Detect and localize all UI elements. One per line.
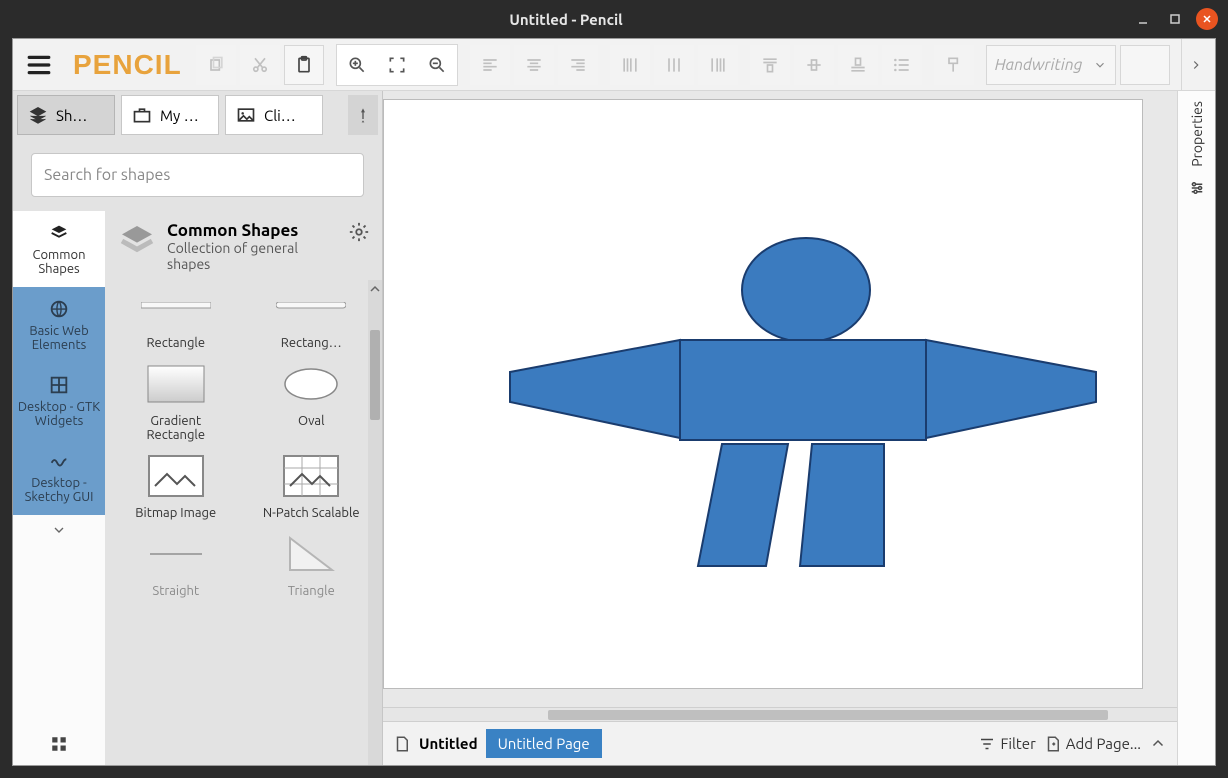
shape-right-arm[interactable] (926, 340, 1096, 438)
minimize-button[interactable] (1132, 8, 1154, 30)
canvas-viewport[interactable] (383, 91, 1177, 707)
image-icon (236, 105, 256, 125)
toolbar-overflow-button[interactable] (1181, 39, 1209, 91)
distribute-right-button[interactable] (698, 45, 738, 85)
canvas-page[interactable] (383, 99, 1143, 689)
copy-button[interactable] (196, 45, 236, 85)
gear-icon (348, 221, 370, 243)
cut-button[interactable] (240, 45, 280, 85)
close-button[interactable] (1196, 8, 1218, 30)
window-icon (48, 374, 70, 396)
shape-oval[interactable]: Oval (249, 358, 375, 442)
properties-tab[interactable]: Properties (1189, 101, 1205, 167)
category-gtk-label: Desktop - GTK Widgets (17, 400, 101, 428)
layers-icon (28, 105, 48, 125)
horizontal-scrollbar[interactable] (383, 707, 1177, 721)
chevron-up-icon (1149, 735, 1167, 753)
collection-subtitle: Collection of general shapes (167, 240, 338, 272)
distribute-left-button[interactable] (610, 45, 650, 85)
collection-title: Common Shapes (167, 221, 338, 240)
layers-icon (117, 221, 157, 261)
document-name: Untitled (419, 735, 478, 752)
briefcase-icon (132, 105, 152, 125)
page-nav-button[interactable] (1149, 735, 1167, 753)
tab-my-label: My … (160, 107, 199, 124)
filter-icon (978, 735, 996, 753)
distribute-center-button[interactable] (654, 45, 694, 85)
align-top-button[interactable] (750, 45, 790, 85)
maximize-button[interactable] (1164, 8, 1186, 30)
zoom-in-button[interactable] (337, 45, 377, 85)
align-middle-button[interactable] (794, 45, 834, 85)
category-sketchy-label: Desktop - Sketchy GUI (17, 476, 101, 504)
window-title: Untitled - Pencil (509, 11, 622, 28)
app-logo: PENCIL (73, 49, 182, 81)
align-right-button[interactable] (558, 45, 598, 85)
paste-button[interactable] (284, 45, 324, 85)
category-common-shapes[interactable]: Common Shapes (13, 211, 105, 287)
format-painter-button[interactable] (934, 45, 974, 85)
category-sketchy[interactable]: Desktop - Sketchy GUI (13, 439, 105, 515)
menu-button[interactable] (19, 45, 59, 85)
list-button[interactable] (882, 45, 922, 85)
search-input[interactable] (31, 153, 364, 197)
category-basic-web[interactable]: Basic Web Elements (13, 287, 105, 363)
toolbar: PENCIL Handwriting (13, 39, 1215, 91)
font-size-input[interactable] (1120, 45, 1170, 85)
tab-clipart-label: Cli… (264, 107, 296, 124)
add-page-button[interactable]: Add Page... (1044, 735, 1141, 753)
tab-shapes[interactable]: Sh… (17, 95, 115, 135)
page-tab[interactable]: Untitled Page (486, 729, 602, 758)
globe-icon (48, 298, 70, 320)
font-name: Handwriting (995, 56, 1093, 74)
shape-gradient-rectangle[interactable]: Gradient Rectangle (113, 358, 239, 442)
font-selector[interactable]: Handwriting (986, 45, 1116, 85)
category-grid-button[interactable] (13, 723, 105, 765)
tab-shapes-label: Sh… (56, 107, 87, 124)
category-list: Common Shapes Basic Web Elements Desktop… (13, 211, 105, 765)
category-expand-button[interactable] (13, 515, 105, 545)
canvas-drawing (384, 100, 1144, 690)
shape-rectangle-rounded[interactable]: Rectang… (249, 280, 375, 350)
titlebar: Untitled - Pencil (0, 0, 1228, 38)
tab-clipart[interactable]: Cli… (225, 95, 323, 135)
category-common-label: Common Shapes (17, 248, 101, 276)
align-bottom-button[interactable] (838, 45, 878, 85)
align-center-button[interactable] (514, 45, 554, 85)
shape-bitmap-image[interactable]: Bitmap Image (113, 450, 239, 520)
shape-triangle[interactable]: Triangle (249, 528, 375, 598)
shape-npatch[interactable]: N-Patch Scalable (249, 450, 375, 520)
shape-list-scrollbar[interactable] (368, 280, 382, 765)
shape-left-leg[interactable] (698, 444, 788, 566)
zoom-fit-button[interactable] (377, 45, 417, 85)
layers-icon (48, 222, 70, 244)
shape-collection: Common Shapes Collection of general shap… (105, 211, 382, 765)
shape-head[interactable] (742, 238, 870, 342)
shape-straight[interactable]: Straight (113, 528, 239, 598)
shape-torso[interactable] (680, 340, 926, 440)
pin-panel-button[interactable] (348, 95, 378, 135)
document-icon (393, 735, 411, 753)
settings-icon[interactable] (1188, 179, 1206, 201)
right-panel: Properties (1177, 91, 1215, 765)
left-panel: Sh… My … Cli… (13, 91, 383, 765)
shape-rectangle[interactable]: Rectangle (113, 280, 239, 350)
squiggle-icon (48, 450, 70, 472)
category-gtk[interactable]: Desktop - GTK Widgets (13, 363, 105, 439)
canvas-area: Untitled Untitled Page Filter Add Page..… (383, 91, 1177, 765)
zoom-out-button[interactable] (417, 45, 457, 85)
collection-settings-button[interactable] (348, 221, 370, 247)
bottom-bar: Untitled Untitled Page Filter Add Page..… (383, 721, 1177, 765)
shape-right-leg[interactable] (800, 444, 884, 566)
align-left-button[interactable] (470, 45, 510, 85)
category-basic-web-label: Basic Web Elements (17, 324, 101, 352)
shape-left-arm[interactable] (510, 340, 680, 438)
tab-my-shapes[interactable]: My … (121, 95, 219, 135)
filter-button[interactable]: Filter (978, 735, 1035, 753)
add-page-icon (1044, 735, 1062, 753)
